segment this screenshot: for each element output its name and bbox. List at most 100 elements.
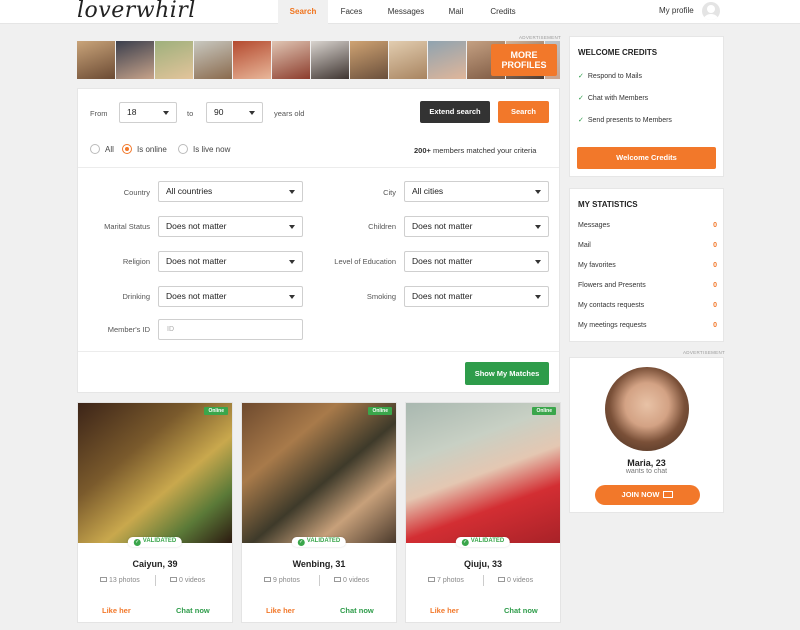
strip-photo[interactable]: [350, 41, 388, 79]
strip-photo[interactable]: [77, 41, 115, 79]
stat-row-mail[interactable]: Mail 0: [578, 242, 717, 249]
drinking-select[interactable]: Does not matter: [158, 286, 303, 307]
join-now-button[interactable]: JOIN NOW: [595, 485, 700, 505]
profile-card[interactable]: Online ✓ VALIDATED Wenbing, 31 9 photos 0…: [241, 402, 397, 623]
chat-now-button[interactable]: Chat now: [176, 606, 210, 615]
city-value: All cities: [412, 186, 444, 196]
promo-avatar[interactable]: [605, 367, 689, 451]
photos-text: 13 photos: [109, 577, 140, 584]
profile-photo[interactable]: [242, 403, 396, 543]
credit-item-text: Chat with Members: [587, 95, 649, 102]
country-label: Country: [123, 188, 150, 197]
photos-count: 7 photos: [428, 577, 464, 584]
children-select[interactable]: Does not matter: [404, 216, 549, 237]
search-button[interactable]: Search: [498, 101, 549, 123]
my-profile-link[interactable]: My profile: [659, 6, 694, 15]
like-her-button[interactable]: Like her: [266, 606, 295, 615]
show-my-matches-button[interactable]: Show My Matches: [465, 362, 549, 385]
online-badge: Online: [368, 407, 392, 415]
nav-credits[interactable]: Credits: [475, 0, 531, 24]
strip-photo[interactable]: [194, 41, 232, 79]
chevron-down-icon: [535, 225, 541, 229]
age-to-select[interactable]: 90: [206, 102, 263, 123]
city-label: City: [383, 188, 396, 197]
chat-now-button[interactable]: Chat now: [340, 606, 374, 615]
site-logo[interactable]: loverwhirl: [77, 0, 196, 23]
credit-item: ✓ Chat with Members: [578, 94, 648, 102]
nav-faces[interactable]: Faces: [328, 0, 375, 24]
country-select[interactable]: All countries: [158, 181, 303, 202]
more-profiles-button[interactable]: MORE PROFILES: [491, 44, 557, 76]
matched-text: members matched your criteria: [433, 146, 537, 155]
strip-photo[interactable]: [155, 41, 193, 79]
nav-search[interactable]: Search: [278, 0, 328, 24]
matched-count-text: 200+ members matched your criteria: [414, 146, 536, 155]
matched-count: 200+: [414, 146, 431, 155]
marital-status-label: Marital Status: [104, 222, 150, 231]
smoking-select[interactable]: Does not matter: [404, 286, 549, 307]
stat-label: Messages: [578, 222, 610, 229]
more-profiles-line1: MORE: [510, 50, 538, 60]
validated-text: VALIDATED: [306, 538, 341, 544]
radio-all-label: All: [105, 145, 114, 154]
extend-search-button[interactable]: Extend search: [420, 101, 490, 123]
join-now-label: JOIN NOW: [621, 490, 660, 499]
divider: [78, 167, 559, 168]
validated-text: VALIDATED: [142, 538, 177, 544]
strip-photo[interactable]: [116, 41, 154, 79]
photos-text: 9 photos: [273, 577, 300, 584]
welcome-credits-button[interactable]: Welcome Credits: [577, 147, 716, 169]
stat-row-flowers[interactable]: Flowers and Presents 0: [578, 282, 717, 289]
profile-card[interactable]: Online ✓ VALIDATED Qiuju, 33 7 photos 0 v…: [405, 402, 561, 623]
member-id-input[interactable]: ID: [158, 319, 303, 340]
chevron-down-icon: [163, 111, 169, 115]
profiles-photo-strip[interactable]: [77, 41, 560, 79]
stat-row-meetings[interactable]: My meetings requests 0: [578, 322, 717, 329]
ad-label: ADVERTISEMENT: [519, 35, 562, 40]
stat-row-messages[interactable]: Messages 0: [578, 222, 717, 229]
country-value: All countries: [166, 186, 213, 196]
strip-photo[interactable]: [272, 41, 310, 79]
like-her-button[interactable]: Like her: [102, 606, 131, 615]
profile-name: Qiuju, 33: [463, 559, 502, 569]
like-her-button[interactable]: Like her: [430, 606, 459, 615]
profile-photo[interactable]: [406, 403, 560, 543]
stat-label: My meetings requests: [578, 322, 647, 329]
age-from-value: 18: [127, 107, 137, 117]
profile-photo[interactable]: [78, 403, 232, 543]
credit-item: ✓ Respond to Mails: [578, 72, 642, 80]
chevron-down-icon: [289, 295, 295, 299]
stat-row-favorites[interactable]: My favorites 0: [578, 262, 717, 269]
validated-text: VALIDATED: [470, 538, 505, 544]
credits-title: WELCOME CREDITS: [578, 48, 658, 57]
radio-is-online[interactable]: [122, 144, 132, 154]
radio-all[interactable]: [90, 144, 100, 154]
strip-photo[interactable]: [233, 41, 271, 79]
drinking-value: Does not matter: [166, 291, 227, 301]
meta-separator: [155, 575, 156, 586]
city-select[interactable]: All cities: [404, 181, 549, 202]
children-value: Does not matter: [412, 221, 473, 231]
user-avatar-icon[interactable]: [702, 2, 720, 20]
strip-photo[interactable]: [311, 41, 349, 79]
credit-item: ✓ Send presents to Members: [578, 116, 672, 124]
nav-messages[interactable]: Messages: [375, 0, 437, 24]
strip-photo[interactable]: [428, 41, 466, 79]
religion-select[interactable]: Does not matter: [158, 251, 303, 272]
age-from-select[interactable]: 18: [119, 102, 177, 123]
stat-row-contacts[interactable]: My contacts requests 0: [578, 302, 717, 309]
education-select[interactable]: Does not matter: [404, 251, 549, 272]
chevron-down-icon: [535, 260, 541, 264]
videos-count: 0 videos: [498, 577, 533, 584]
marital-status-select[interactable]: Does not matter: [158, 216, 303, 237]
chat-now-button[interactable]: Chat now: [504, 606, 538, 615]
videos-count: 0 videos: [334, 577, 369, 584]
drinking-label: Drinking: [122, 292, 150, 301]
radio-is-live-now[interactable]: [178, 144, 188, 154]
strip-photo[interactable]: [389, 41, 427, 79]
religion-value: Does not matter: [166, 256, 227, 266]
online-badge: Online: [204, 407, 228, 415]
profile-card[interactable]: Online ✓ VALIDATED Caiyun, 39 13 photos 0…: [77, 402, 233, 623]
profile-name: Caiyun, 39: [132, 559, 178, 569]
nav-mail[interactable]: Mail: [437, 0, 475, 24]
